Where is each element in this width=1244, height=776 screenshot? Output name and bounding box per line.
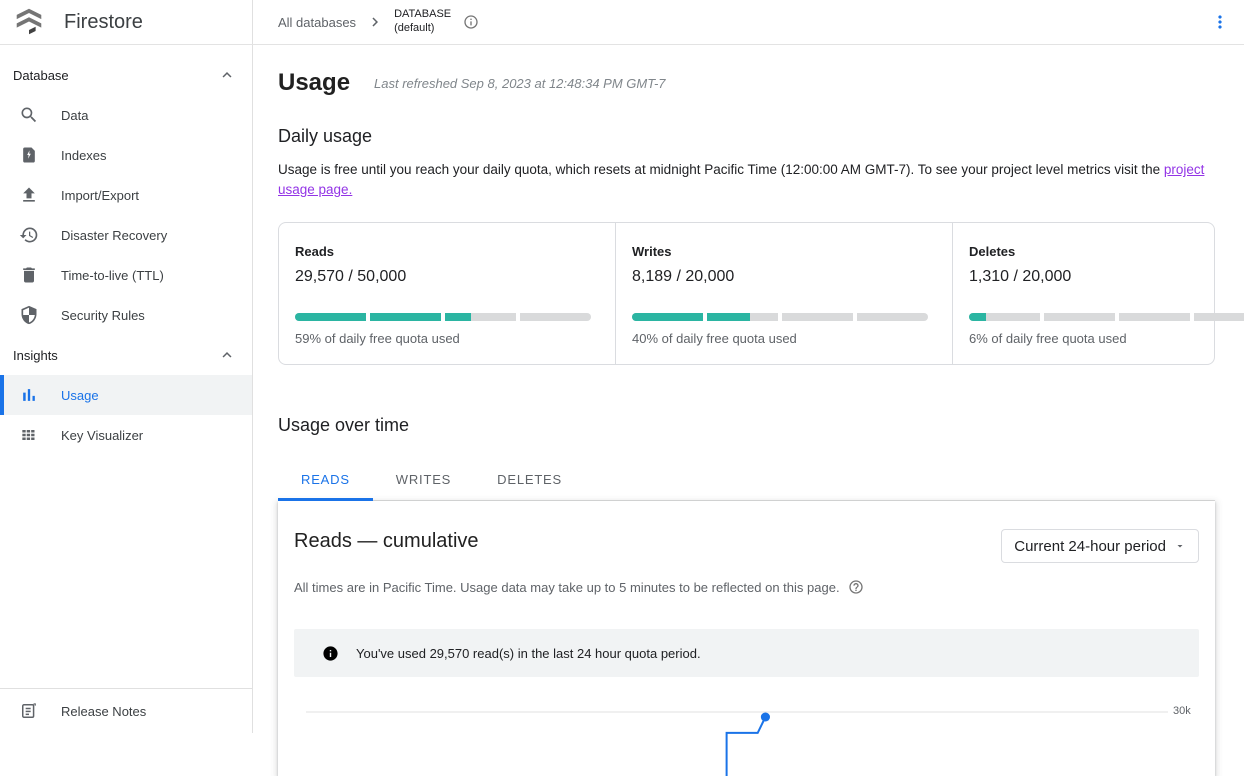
breadcrumb-all-databases[interactable]: All databases <box>278 15 356 30</box>
daily-usage-heading: Daily usage <box>278 126 1215 147</box>
usage-info-banner-text: You've used 29,570 read(s) in the last 2… <box>356 646 701 661</box>
tab-deletes[interactable]: DELETES <box>474 458 585 500</box>
upload-icon <box>17 183 41 207</box>
usage-tabs: READS WRITES DELETES <box>278 458 1215 501</box>
reads-quota-progressbar <box>295 313 591 321</box>
deletes-quota-panel: Deletes 1,310 / 20,000 6% of daily free … <box>952 223 1244 364</box>
daily-quota-card: Reads 29,570 / 50,000 59% of daily free … <box>278 222 1215 365</box>
grid-icon <box>17 423 41 447</box>
tab-writes[interactable]: WRITES <box>373 458 474 500</box>
reads-quota-title: Reads <box>295 244 591 259</box>
usage-over-time-heading: Usage over time <box>278 415 1215 436</box>
reads-cumulative-chart: 30k <box>294 690 1199 776</box>
deletes-quota-title: Deletes <box>969 244 1244 259</box>
deletes-quota-caption: 6% of daily free quota used <box>969 331 1244 346</box>
search-icon <box>17 103 41 127</box>
index-document-icon <box>17 143 41 167</box>
sidebar-item-indexes[interactable]: Indexes <box>0 135 252 175</box>
sidebar-section-database[interactable]: Database <box>0 55 252 95</box>
product-name: Firestore <box>64 11 143 34</box>
writes-quota-caption: 40% of daily free quota used <box>632 331 928 346</box>
reads-quota-panel: Reads 29,570 / 50,000 59% of daily free … <box>279 223 615 364</box>
bar-chart-icon <box>17 383 41 407</box>
deletes-quota-progressbar <box>969 313 1244 321</box>
sidebar-item-security-rules[interactable]: Security Rules <box>0 295 252 335</box>
info-icon <box>322 645 339 662</box>
writes-quota-title: Writes <box>632 244 928 259</box>
reads-quota-caption: 59% of daily free quota used <box>295 331 591 346</box>
chevron-up-icon[interactable] <box>218 346 236 364</box>
sidebar-item-key-visualizer[interactable]: Key Visualizer <box>0 415 252 455</box>
daily-usage-description: Usage is free until you reach your daily… <box>278 160 1215 200</box>
writes-quota-progressbar <box>632 313 928 321</box>
help-icon[interactable] <box>848 579 864 595</box>
shield-icon <box>17 303 41 327</box>
main-content: Usage Last refreshed Sep 8, 2023 at 12:4… <box>253 45 1244 776</box>
database-info-icon[interactable] <box>463 14 479 30</box>
page-title: Usage <box>278 69 350 97</box>
chevron-up-icon[interactable] <box>218 66 236 84</box>
sidebar-item-data[interactable]: Data <box>0 95 252 135</box>
period-selector-dropdown[interactable]: Current 24-hour period <box>1001 529 1199 563</box>
chevron-right-icon <box>366 13 384 31</box>
sidebar-item-import-export[interactable]: Import/Export <box>0 175 252 215</box>
deletes-quota-value: 1,310 / 20,000 <box>969 268 1244 286</box>
product-logo-area: Firestore <box>0 0 253 44</box>
reads-chart-card: Reads — cumulative All times are in Paci… <box>278 501 1215 776</box>
y-axis-label-30k: 30k <box>1173 690 1199 776</box>
usage-info-banner: You've used 29,570 read(s) in the last 2… <box>294 629 1199 677</box>
firestore-logo-icon <box>12 5 46 39</box>
kebab-menu-icon[interactable] <box>1210 12 1230 32</box>
writes-quota-value: 8,189 / 20,000 <box>632 268 928 286</box>
breadcrumb: All databases DATABASE (default) <box>253 0 1210 44</box>
top-bar: Firestore All databases DATABASE (defaul… <box>0 0 1244 45</box>
history-restore-icon <box>17 223 41 247</box>
trash-icon <box>17 263 41 287</box>
reads-series-endpoint <box>761 713 770 722</box>
writes-quota-panel: Writes 8,189 / 20,000 40% of daily free … <box>615 223 952 364</box>
chart-title: Reads — cumulative <box>294 530 864 553</box>
breadcrumb-current-database: DATABASE (default) <box>394 8 451 36</box>
last-refreshed-text: Last refreshed Sep 8, 2023 at 12:48:34 P… <box>374 76 665 91</box>
sidebar-item-ttl[interactable]: Time-to-live (TTL) <box>0 255 252 295</box>
reads-quota-value: 29,570 / 50,000 <box>295 268 591 286</box>
chart-plot-area <box>306 690 1168 776</box>
sidebar-item-disaster-recovery[interactable]: Disaster Recovery <box>0 215 252 255</box>
tab-reads[interactable]: READS <box>278 458 373 500</box>
sidebar-section-insights[interactable]: Insights <box>0 335 252 375</box>
dropdown-arrow-icon <box>1174 540 1186 552</box>
timezone-note: All times are in Pacific Time. Usage dat… <box>294 580 840 595</box>
release-notes-icon <box>17 699 41 723</box>
sidebar-item-usage[interactable]: Usage <box>0 375 252 415</box>
reads-series-line <box>727 717 766 776</box>
sidebar-item-release-notes[interactable]: Release Notes <box>0 689 252 733</box>
usage-line-chart-svg <box>306 690 1168 776</box>
sidebar: Database Data Indexes Import/Export <box>0 45 253 733</box>
